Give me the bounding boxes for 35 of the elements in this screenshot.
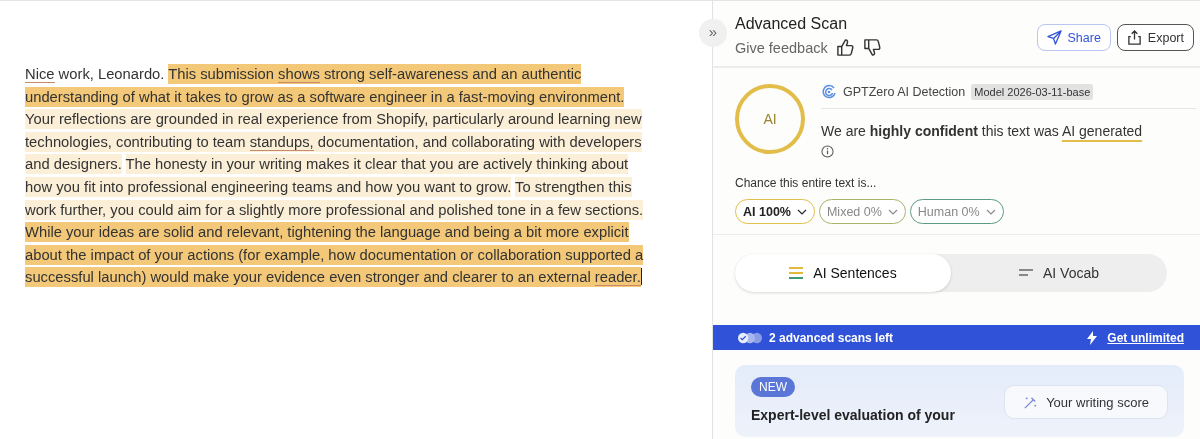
lines-icon [1018,269,1033,277]
detector-name: GPTZero AI Detection [843,85,966,99]
ai-score-ring: AI [735,84,805,154]
collapse-button[interactable]: » [699,19,727,47]
score-dropdown[interactable]: Human 0% [909,199,1004,224]
get-unlimited-link[interactable]: Get unlimited [1107,330,1184,345]
chevron-icon [985,208,996,215]
magic-wand-icon [1023,394,1039,410]
promo-heading: Expert-level evaluation of your [751,407,955,423]
upload-icon [1126,30,1142,45]
chevron-icon [887,208,898,215]
thumbs-up-icon[interactable] [835,38,855,57]
share-button[interactable]: Share [1036,24,1111,51]
writing-score-button[interactable]: Your writing score [1004,385,1168,419]
thumbs-down-icon[interactable] [862,38,882,57]
export-button[interactable]: Export [1116,24,1194,51]
scans-left-text: 2 advanced scans left [769,330,894,345]
score-dropdown[interactable]: Mixed 0% [818,199,906,224]
detector-logo-icon [821,84,837,100]
panel-title: Advanced Scan [735,15,849,33]
feedback-label: Give feedback [735,39,828,56]
lightning-icon [1087,330,1098,345]
model-badge: Model 2026-03-11-base [971,84,1094,100]
chance-label: Chance this entire text is... [735,176,878,190]
verdict-text: We are highly confident this text was [821,123,1059,139]
chevron-icon [796,208,807,215]
info-icon[interactable] [821,145,834,158]
view-tab[interactable]: AI Vocab [951,254,1167,292]
view-tab[interactable]: AI Sentences [735,254,951,292]
ai-generated-link[interactable]: AI generated [1061,123,1143,139]
send-icon [1046,30,1062,45]
lines-icon [789,267,804,279]
scan-dots-icon [737,331,763,344]
score-dropdown[interactable]: AI 100% [735,199,815,224]
new-badge: NEW [751,377,795,397]
